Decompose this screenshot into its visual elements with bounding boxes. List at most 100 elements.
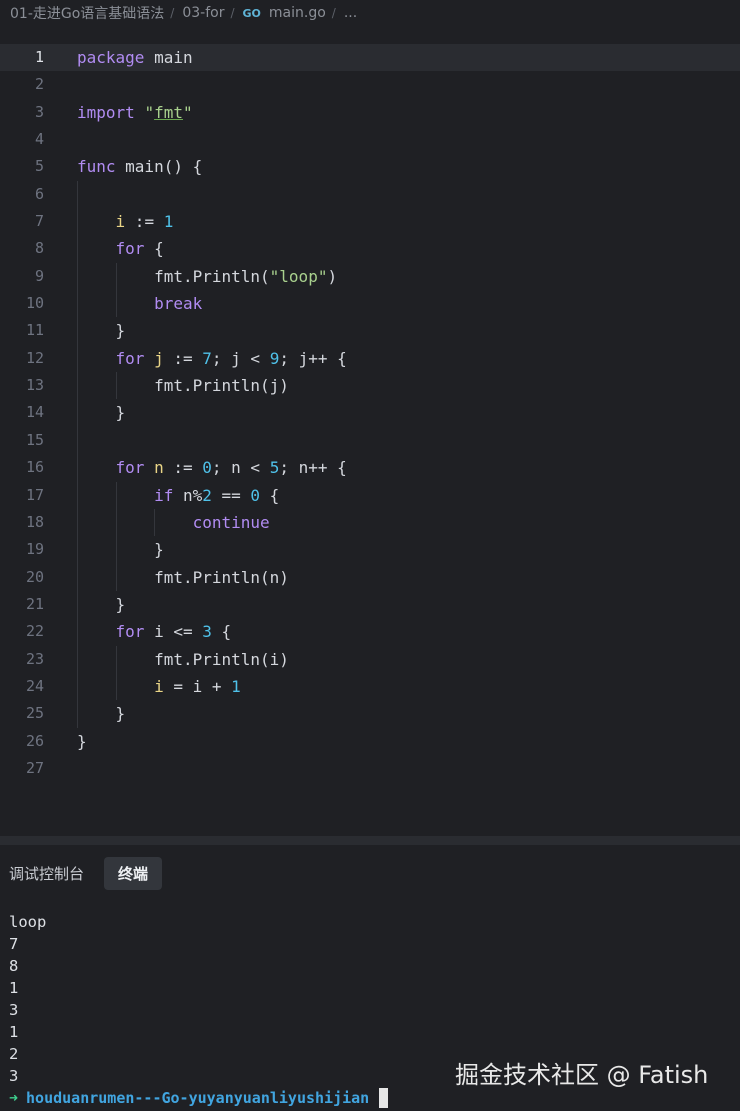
terminal-line: loop: [9, 913, 47, 931]
code-line[interactable]: 18 continue: [0, 508, 740, 537]
code-text: for {: [115, 239, 164, 259]
line-number: 10: [25, 294, 44, 313]
line-number: 19: [25, 540, 44, 559]
code-text: for n := 0; n < 5; n++ {: [115, 458, 347, 478]
code-text: for j := 7; j < 9; j++ {: [115, 348, 347, 368]
terminal-line: 2: [9, 1045, 19, 1063]
breadcrumb-separator: /: [170, 6, 175, 20]
code-text: }: [77, 704, 126, 724]
code-line[interactable]: 22 for i <= 3 {: [0, 618, 740, 646]
line-number: 23: [25, 649, 44, 668]
line-number: 24: [25, 676, 44, 695]
line-number: 16: [25, 458, 44, 477]
terminal-line: 1: [9, 1023, 19, 1041]
line-number: 22: [25, 622, 44, 641]
code-line[interactable]: 20 fmt.Println(n): [0, 563, 740, 591]
code-line[interactable]: 1 package main: [0, 44, 740, 72]
line-number: 9: [34, 266, 44, 285]
code-line[interactable]: 4: [0, 126, 740, 153]
code-text: break: [154, 294, 203, 314]
line-number: 2: [34, 75, 44, 94]
line-number: 18: [25, 512, 44, 531]
line-number: 26: [25, 731, 44, 750]
code-text: import "fmt": [77, 102, 193, 122]
line-number: 8: [34, 239, 44, 258]
line-number: 15: [25, 430, 44, 449]
code-line[interactable]: 8 for {: [0, 235, 740, 263]
code-line[interactable]: 5 func main() {: [0, 153, 740, 180]
breadcrumb-more[interactable]: ...: [344, 5, 357, 21]
code-text: }: [77, 731, 87, 751]
code-line[interactable]: 21 }: [0, 590, 740, 619]
panel-divider[interactable]: [0, 836, 740, 845]
terminal-prompt[interactable]: ➜ houduanrumen---Go-yuyanyuanliyushijian: [9, 1087, 389, 1109]
panel-tabs: 调试控制台 终端: [0, 853, 163, 893]
code-line[interactable]: 14 }: [0, 399, 740, 427]
line-number: 20: [25, 567, 44, 586]
line-number: 25: [25, 704, 44, 723]
code-line[interactable]: 3 import "fmt": [0, 99, 740, 126]
code-text: }: [77, 321, 126, 341]
breadcrumb-folder-1[interactable]: 01-走进Go语言基础语法: [10, 3, 164, 23]
line-number: 17: [25, 485, 44, 504]
code-line[interactable]: 11 }: [0, 317, 740, 345]
line-number: 13: [25, 376, 44, 395]
indent-guide: [77, 426, 78, 455]
line-number: 6: [34, 184, 44, 203]
prompt-arrow-icon: ➜: [9, 1089, 19, 1107]
go-file-icon: GO: [242, 6, 261, 20]
terminal-cursor: [379, 1088, 389, 1108]
line-number: 4: [34, 130, 44, 149]
line-number: 1: [34, 48, 44, 66]
line-number: 12: [25, 348, 44, 367]
breadcrumb-folder-2[interactable]: 03-for: [182, 5, 224, 21]
line-number: 7: [34, 212, 44, 231]
indent-guide: [77, 180, 78, 209]
code-line[interactable]: 27: [0, 755, 740, 782]
tab-debug-console[interactable]: 调试控制台: [0, 857, 98, 890]
code-text: }: [77, 403, 126, 423]
code-line[interactable]: 16 for n := 0; n < 5; n++ {: [0, 454, 740, 482]
breadcrumb-separator: /: [230, 6, 235, 20]
code-line[interactable]: 7 i := 1: [0, 208, 740, 236]
watermark: 掘金技术社区 @ Fatish: [455, 1061, 709, 1089]
code-text: continue: [192, 512, 270, 532]
code-text: func main() {: [77, 157, 203, 177]
line-number: 11: [25, 321, 44, 340]
code-line[interactable]: 24 i = i + 1: [0, 672, 740, 701]
code-line[interactable]: 23 fmt.Println(i): [0, 645, 740, 673]
code-editor[interactable]: 1 package main 2 3 import "fmt" 4 5 func main()…: [0, 44, 740, 782]
terminal-line: 1: [9, 979, 19, 997]
code-text: i = i + 1: [154, 676, 241, 696]
code-text: fmt.Println(i): [77, 649, 289, 669]
code-line[interactable]: 6: [0, 180, 740, 209]
line-number: 14: [25, 403, 44, 422]
code-text: i := 1: [115, 212, 174, 232]
code-line[interactable]: 17 if n%2 == 0 {: [0, 481, 740, 509]
terminal-line: 8: [9, 957, 19, 975]
line-number: 3: [34, 102, 44, 121]
code-line[interactable]: 25 }: [0, 700, 740, 728]
line-number: 5: [34, 157, 44, 176]
code-text: }: [77, 540, 164, 560]
code-line[interactable]: 19 }: [0, 536, 740, 564]
code-line[interactable]: 12 for j := 7; j < 9; j++ {: [0, 344, 740, 373]
code-line[interactable]: 15: [0, 426, 740, 455]
code-line[interactable]: 13 fmt.Println(j): [0, 372, 740, 400]
code-line[interactable]: 10 break: [0, 290, 740, 318]
breadcrumb: 01-走进Go语言基础语法 / 03-for / GO main.go / ..…: [0, 0, 740, 26]
terminal-output[interactable]: loop 7 8 1 3 1 2 3: [9, 911, 46, 1087]
terminal-line: 7: [9, 935, 19, 953]
code-text: if n%2 == 0 {: [154, 485, 280, 505]
breadcrumb-file[interactable]: main.go: [269, 5, 326, 21]
prompt-directory: houduanrumen---Go-yuyanyuanliyushijian: [26, 1089, 370, 1107]
code-line[interactable]: 26}: [0, 728, 740, 755]
tab-terminal[interactable]: 终端: [104, 856, 163, 890]
code-text: }: [77, 594, 126, 614]
code-text: fmt.Println("loop"): [77, 266, 338, 286]
terminal-line: 3: [9, 1001, 19, 1019]
code-line[interactable]: 9 fmt.Println("loop"): [0, 262, 740, 291]
line-number: 27: [25, 758, 44, 777]
code-text: fmt.Println(n): [77, 567, 289, 587]
code-line[interactable]: 2: [0, 71, 740, 98]
